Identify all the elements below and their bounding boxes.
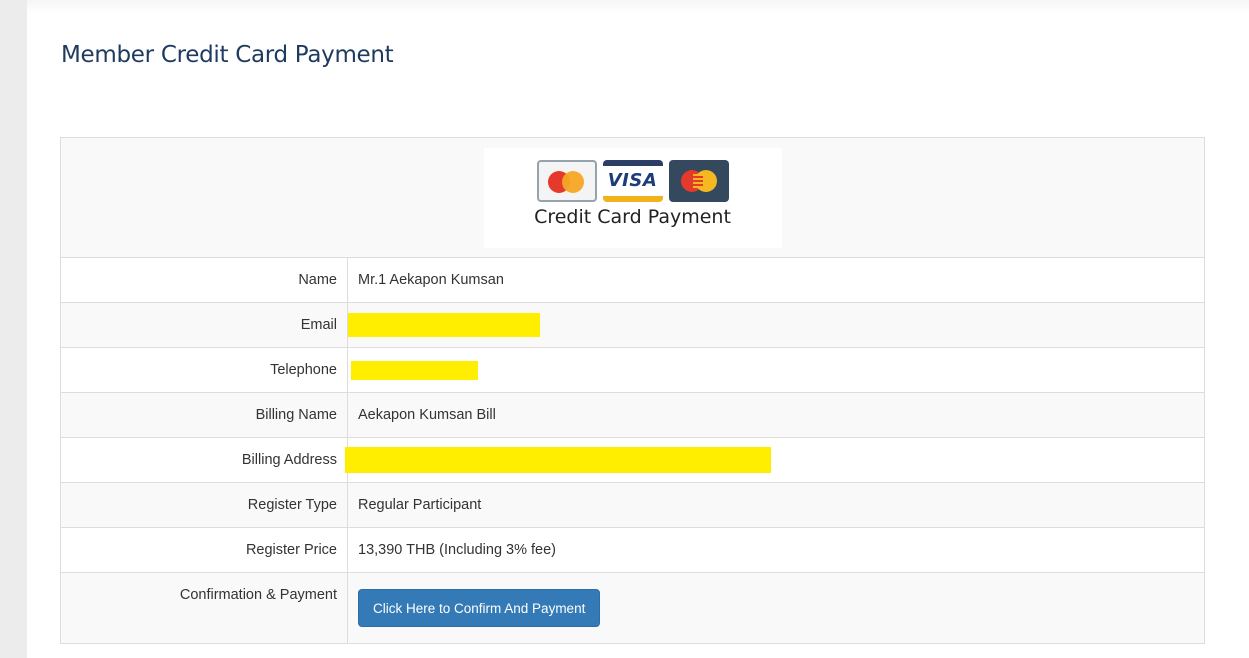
row-register-type: Register Type Regular Participant: [60, 482, 1205, 528]
register-type-label: Register Type: [60, 482, 348, 528]
credit-card-logo: VISA Credit Card Payment: [483, 148, 782, 248]
name-label: Name: [60, 257, 348, 303]
payment-table: VISA Credit Card Payment Name Mr.1 Aekap…: [60, 137, 1205, 644]
row-confirmation: Confirmation & Payment Click Here to Con…: [60, 572, 1205, 644]
maestro-icon: [668, 160, 729, 202]
page-title: Member Credit Card Payment: [61, 42, 394, 68]
visa-icon: VISA: [602, 160, 663, 202]
register-price-label: Register Price: [60, 527, 348, 573]
confirmation-value: Click Here to Confirm And Payment: [347, 572, 1205, 644]
row-email: Email: [60, 302, 1205, 348]
email-label: Email: [60, 302, 348, 348]
telephone-label: Telephone: [60, 347, 348, 393]
row-billing-address: Billing Address: [60, 437, 1205, 483]
row-register-price: Register Price 13,390 THB (Including 3% …: [60, 527, 1205, 573]
name-value: Mr.1 Aekapon Kumsan: [347, 257, 1205, 303]
billing-address-redaction: [345, 447, 771, 473]
telephone-value: [347, 347, 1205, 393]
billing-address-label: Billing Address: [60, 437, 348, 483]
card-brand-icons: VISA: [484, 160, 782, 202]
visa-text: VISA: [607, 170, 658, 191]
confirm-payment-button[interactable]: Click Here to Confirm And Payment: [358, 589, 601, 627]
row-name: Name Mr.1 Aekapon Kumsan: [60, 257, 1205, 303]
row-billing-name: Billing Name Aekapon Kumsan Bill: [60, 392, 1205, 438]
top-strip: [27, 0, 1249, 14]
row-telephone: Telephone: [60, 347, 1205, 393]
register-type-value: Regular Participant: [347, 482, 1205, 528]
billing-name-label: Billing Name: [60, 392, 348, 438]
confirmation-label: Confirmation & Payment: [60, 572, 348, 644]
billing-name-value: Aekapon Kumsan Bill: [347, 392, 1205, 438]
email-value: [347, 302, 1205, 348]
mastercard-icon: [536, 160, 597, 202]
billing-address-value: [345, 437, 1205, 483]
left-sidebar-strip: [0, 0, 27, 658]
telephone-redaction: [351, 360, 478, 380]
logo-caption: Credit Card Payment: [534, 206, 731, 228]
payment-header-row: VISA Credit Card Payment: [60, 137, 1205, 258]
payment-header-cell: VISA Credit Card Payment: [60, 137, 1205, 258]
register-price-value: 13,390 THB (Including 3% fee): [347, 527, 1205, 573]
email-redaction: [348, 313, 540, 337]
